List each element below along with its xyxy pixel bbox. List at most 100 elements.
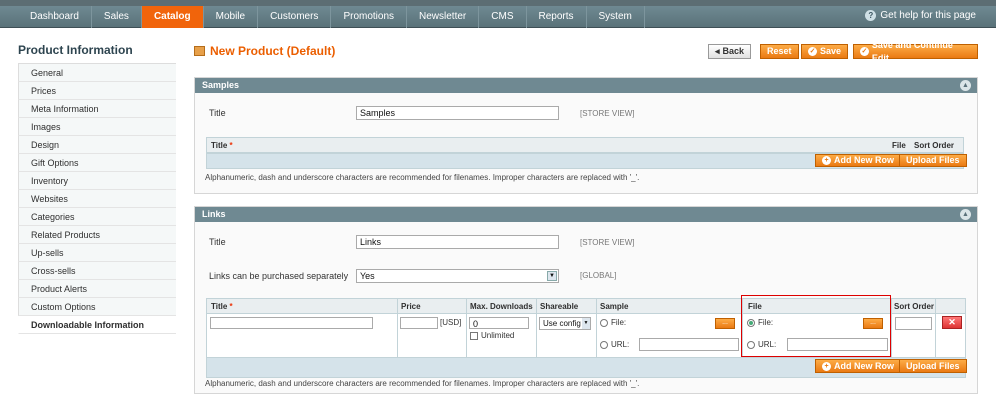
link-title-input[interactable]: [210, 317, 373, 329]
col-title: Title *: [211, 302, 233, 311]
page-title: New Product (Default): [194, 44, 335, 58]
shareable-select[interactable]: Use config ▼: [539, 317, 591, 330]
sidebar-item-prices[interactable]: Prices: [18, 82, 176, 100]
check-icon: ✓: [808, 47, 817, 56]
sort-order-input[interactable]: [895, 317, 932, 330]
back-button[interactable]: ◂ Back: [708, 44, 752, 59]
add-row-label: Add New Row: [834, 360, 894, 371]
unlimited-checkbox[interactable]: [470, 332, 478, 340]
links-title-input[interactable]: Links: [356, 235, 559, 249]
sidebar-item-related-products[interactable]: Related Products: [18, 226, 176, 244]
sidebar-item-design[interactable]: Design: [18, 136, 176, 154]
help-link[interactable]: ? Get help for this page: [865, 10, 976, 21]
add-row-label: Add New Row: [834, 155, 894, 165]
nav-item-reports[interactable]: Reports: [527, 6, 587, 28]
col-divider: [397, 299, 398, 362]
col-divider: [935, 299, 936, 362]
col-sample: Sample: [600, 302, 629, 311]
sidebar-item-downloadable-information[interactable]: Downloadable Information: [18, 316, 176, 334]
col-divider: [466, 299, 467, 362]
links-legend: Links ▲: [195, 207, 977, 222]
nav-item-mobile[interactable]: Mobile: [204, 6, 259, 28]
col-divider: [891, 299, 892, 362]
nav-item-cms[interactable]: CMS: [479, 6, 527, 28]
sample-url-radio[interactable]: [600, 341, 608, 349]
currency-label: [USD]: [440, 318, 462, 327]
collapse-icon[interactable]: ▲: [960, 80, 971, 91]
links-scope: [STORE VIEW]: [580, 238, 635, 247]
nav-item-customers[interactable]: Customers: [258, 6, 332, 28]
reset-label: Reset: [767, 46, 792, 56]
nav-item-catalog[interactable]: Catalog: [141, 6, 204, 28]
sidebar-item-meta-information[interactable]: Meta Information: [18, 100, 176, 118]
shareable-value: Use config: [543, 319, 581, 328]
collapse-icon[interactable]: ▲: [960, 209, 971, 220]
sidebar-item-categories[interactable]: Categories: [18, 208, 176, 226]
max-downloads-input[interactable]: 0: [469, 317, 529, 329]
chevron-down-icon: ▼: [547, 271, 557, 281]
chevron-down-icon: ▼: [582, 318, 590, 329]
links-upload-button[interactable]: Upload Files: [899, 359, 967, 373]
sidebar-item-images[interactable]: Images: [18, 118, 176, 136]
sample-url-label: URL:: [611, 340, 630, 349]
sidebar-item-cross-sells[interactable]: Cross-sells: [18, 262, 176, 280]
sidebar-item-gift-options[interactable]: Gift Options: [18, 154, 176, 172]
sidebar-item-custom-options[interactable]: Custom Options: [18, 298, 176, 316]
links-title-label: Title: [209, 237, 226, 247]
links-fieldset: Links ▲ Title Links [STORE VIEW] Links ca…: [194, 206, 978, 394]
check-icon: ✓: [860, 47, 869, 56]
separate-scope: [GLOBAL]: [580, 271, 617, 280]
close-icon: ✕: [948, 317, 956, 327]
page-header: New Product (Default) ◂ Back Reset ✓ Save …: [194, 40, 978, 63]
links-add-row-button[interactable]: + Add New Row: [815, 359, 901, 373]
product-box-icon: [194, 46, 205, 56]
col-price: Price: [401, 302, 421, 311]
sidebar-item-up-sells[interactable]: Up-sells: [18, 244, 176, 262]
reset-button[interactable]: Reset: [760, 44, 799, 59]
samples-title-label: Title: [209, 108, 226, 118]
help-label: Get help for this page: [880, 10, 976, 21]
col-divider: [536, 299, 537, 362]
col-file: File: [892, 141, 906, 150]
nav-item-newsletter[interactable]: Newsletter: [407, 6, 480, 28]
sidebar-item-inventory[interactable]: Inventory: [18, 172, 176, 190]
separate-select[interactable]: Yes ▼: [356, 269, 559, 283]
plus-icon: +: [822, 156, 831, 165]
samples-title-input[interactable]: Samples: [356, 106, 559, 120]
plus-icon: +: [822, 361, 831, 371]
save-label: Save: [820, 46, 842, 56]
samples-fieldset: Samples ▲ Title Samples [STORE VIEW] Titl…: [194, 77, 978, 194]
sidebar-item-websites[interactable]: Websites: [18, 190, 176, 208]
nav-item-system[interactable]: System: [587, 6, 645, 28]
sidebar-item-general[interactable]: General: [18, 64, 176, 82]
sidebar: Product Information General Prices Meta In…: [18, 43, 176, 334]
sample-browse-button[interactable]: ...: [715, 318, 735, 329]
help-icon: ?: [865, 10, 877, 21]
nav-item-promotions[interactable]: Promotions: [331, 6, 408, 28]
delete-row-button[interactable]: ✕: [942, 316, 962, 329]
samples-note: Alphanumeric, dash and underscore charac…: [205, 173, 640, 182]
sidebar-item-product-alerts[interactable]: Product Alerts: [18, 280, 176, 298]
save-button[interactable]: ✓ Save: [801, 44, 849, 59]
sample-file-label: File:: [611, 318, 627, 327]
unlimited-label: Unlimited: [481, 331, 515, 340]
samples-upload-button[interactable]: Upload Files: [899, 154, 967, 167]
samples-scope: [STORE VIEW]: [580, 109, 635, 118]
sample-url-input[interactable]: [639, 338, 739, 351]
link-price-input[interactable]: [400, 317, 438, 329]
nav-item-sales[interactable]: Sales: [92, 6, 142, 28]
samples-add-row-button[interactable]: + Add New Row: [815, 154, 901, 167]
nav-item-dashboard[interactable]: Dashboard: [18, 6, 92, 28]
col-title: Title *: [211, 141, 233, 150]
col-sort-order: Sort Order: [894, 302, 935, 311]
col-divider: [596, 299, 597, 362]
sidebar-title: Product Information: [18, 43, 133, 57]
samples-legend-text: Samples: [202, 80, 240, 90]
separate-label: Links can be purchased separately: [209, 271, 349, 281]
sample-file-radio[interactable]: [600, 319, 608, 327]
back-label: Back: [722, 46, 745, 56]
links-note: Alphanumeric, dash and underscore charac…: [205, 379, 640, 388]
save-continue-button[interactable]: ✓ Save and Continue Edit: [853, 40, 978, 63]
col-max-downloads: Max. Downloads: [470, 302, 533, 311]
separate-value: Yes: [360, 271, 375, 281]
